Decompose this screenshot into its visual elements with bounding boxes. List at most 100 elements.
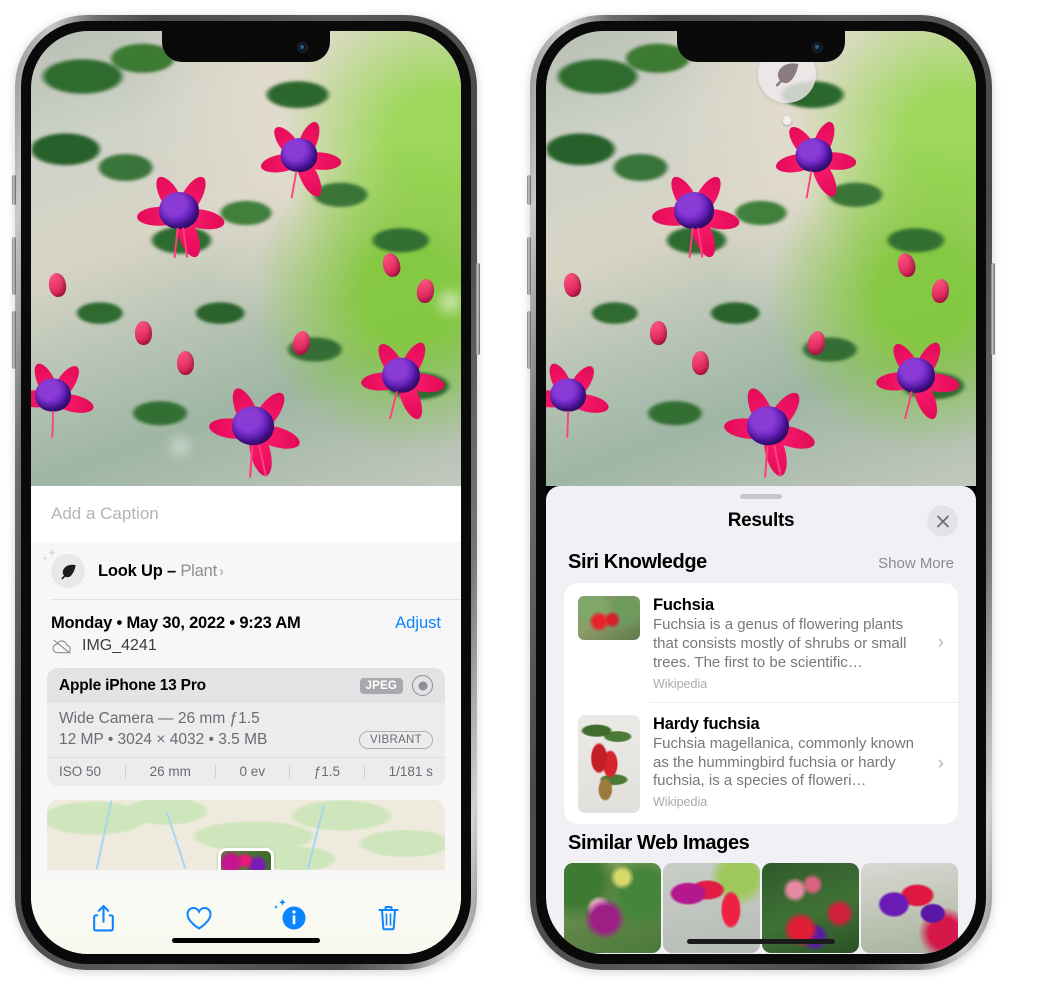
file-row: IMG_4241 [31, 635, 461, 655]
flower-bud [177, 351, 194, 375]
chevron-right-icon: › [937, 632, 944, 654]
aperture-icon[interactable] [412, 675, 433, 696]
volume-down-button[interactable] [527, 311, 531, 369]
camera-card-header: Apple iPhone 13 Pro JPEG [47, 668, 445, 703]
knowledge-row[interactable]: Hardy fuchsia Fuchsia magellanica, commo… [564, 701, 958, 824]
camera-card-body: Wide Camera — 26 mm ƒ1.5 12 MP • 3024 × … [47, 703, 445, 757]
leaf-icon [775, 63, 799, 87]
divider [124, 765, 126, 778]
chevron-right-icon: › [218, 562, 224, 580]
home-indicator[interactable] [172, 938, 320, 943]
right-phone-device: Results Siri Knowledge Show More Fuchsia… [527, 15, 995, 970]
look-up-row[interactable]: Look Up – Plant › [31, 542, 461, 600]
leaf-glyph [60, 564, 76, 579]
right-phone-bezel: Results Siri Knowledge Show More Fuchsia… [536, 21, 986, 964]
similar-web-image-1[interactable] [564, 862, 661, 953]
knowledge-snippet: Fuchsia magellanica, commonly known as t… [653, 734, 914, 790]
mute-switch[interactable] [527, 175, 531, 205]
photo-info-panel: Add a Caption Look Up – Plant › Monday •… [31, 486, 461, 954]
capture-metadata-row: Monday • May 30, 2022 • 9:23 AM Adjust [31, 600, 461, 635]
look-up-label: Look Up – Plant › [98, 562, 224, 581]
knowledge-title: Hardy fuchsia [653, 714, 760, 733]
flower-bud [650, 321, 667, 345]
share-icon [93, 904, 115, 931]
results-title: Results [727, 510, 795, 531]
location-map[interactable] [47, 800, 445, 870]
knowledge-thumbnail [578, 596, 640, 640]
photo-viewer[interactable] [546, 31, 976, 486]
pin-anchor-dot [782, 116, 792, 125]
front-camera-icon [812, 42, 823, 53]
delete-button[interactable] [376, 904, 401, 932]
results-sheet: Results Siri Knowledge Show More Fuchsia… [546, 486, 976, 954]
chevron-right-icon: › [937, 752, 944, 774]
size-info-row: 12 MP • 3024 × 4032 • 3.5 MB VIBRANT [59, 731, 433, 749]
divider [363, 765, 365, 778]
similar-web-image-4[interactable] [861, 862, 958, 953]
caption-input[interactable]: Add a Caption [31, 486, 461, 542]
right-phone-screen: Results Siri Knowledge Show More Fuchsia… [546, 31, 976, 954]
camera-card-badges: JPEG [359, 675, 433, 696]
lens-info: Wide Camera — 26 mm ƒ1.5 [59, 710, 260, 727]
notch [162, 31, 330, 62]
left-phone-screen: Add a Caption Look Up – Plant › Monday •… [31, 31, 461, 954]
map-photo-marker[interactable] [218, 848, 274, 870]
caption-placeholder: Add a Caption [51, 504, 159, 523]
left-phone-bezel: Add a Caption Look Up – Plant › Monday •… [21, 21, 471, 964]
section-title: Similar Web Images [568, 831, 750, 854]
exif-focal: 26 mm [149, 764, 191, 779]
knowledge-snippet: Fuchsia is a genus of flowering plants t… [653, 616, 907, 671]
share-button[interactable] [91, 904, 116, 933]
power-button[interactable] [476, 263, 480, 355]
knowledge-thumbnail [578, 714, 640, 813]
capture-date: Monday • May 30, 2022 • 9:23 AM [51, 614, 301, 632]
close-icon [936, 515, 949, 527]
exif-aperture: ƒ1.5 [313, 764, 340, 779]
profile-badge: VIBRANT [359, 731, 433, 749]
volume-up-button[interactable] [12, 237, 16, 295]
leaf-icon [42, 549, 85, 588]
knowledge-text: Hardy fuchsia Fuchsia magellanica, commo… [653, 715, 921, 810]
mute-switch[interactable] [12, 175, 16, 205]
flower-bud [692, 351, 709, 375]
look-up-prefix: Look Up – [98, 561, 181, 580]
exif-row: ISO 50 26 mm 0 ev ƒ1.5 1/181 s [47, 757, 445, 786]
left-phone-device: Add a Caption Look Up – Plant › Monday •… [12, 15, 480, 970]
similar-web-images-header: Similar Web Images [546, 824, 976, 861]
sparkle-icon [42, 549, 56, 561]
section-title: Siri Knowledge [568, 551, 707, 573]
info-button[interactable] [274, 899, 307, 931]
results-header: Results [546, 499, 976, 543]
front-camera-icon [297, 42, 308, 53]
photo-toolbar [31, 882, 461, 954]
camera-info-card: Apple iPhone 13 Pro JPEG Wide Camera — 2… [47, 668, 445, 786]
screenshot-canvas: Add a Caption Look Up – Plant › Monday •… [0, 0, 1055, 985]
photo-viewer[interactable] [31, 31, 461, 486]
knowledge-source: Wikipedia [653, 676, 708, 691]
knowledge-text: Fuchsia Fuchsia is a genus of flowering … [653, 596, 921, 691]
show-more-button[interactable]: Show More [878, 555, 954, 572]
sparkle-icon [274, 899, 287, 909]
close-button[interactable] [927, 505, 958, 537]
volume-down-button[interactable] [12, 311, 16, 369]
bokeh [171, 437, 189, 455]
knowledge-source: Wikipedia [653, 795, 708, 810]
exif-iso: ISO 50 [59, 764, 102, 779]
notch [677, 31, 845, 62]
power-button[interactable] [991, 263, 995, 355]
trash-icon [378, 906, 399, 931]
divider [214, 765, 216, 778]
siri-knowledge-card: Fuchsia Fuchsia is a genus of flowering … [564, 583, 958, 824]
adjust-button[interactable]: Adjust [395, 614, 441, 633]
camera-model: Apple iPhone 13 Pro [59, 676, 206, 694]
volume-up-button[interactable] [527, 237, 531, 295]
siri-knowledge-header: Siri Knowledge Show More [546, 543, 976, 583]
icloud-slash-icon [52, 639, 71, 654]
divider [288, 765, 290, 778]
knowledge-title: Fuchsia [653, 596, 714, 614]
flower-bud [135, 321, 152, 345]
look-up-subject: Plant [180, 561, 217, 580]
favorite-button[interactable] [185, 905, 213, 931]
home-indicator[interactable] [687, 939, 835, 944]
knowledge-row[interactable]: Fuchsia Fuchsia is a genus of flowering … [564, 583, 958, 702]
